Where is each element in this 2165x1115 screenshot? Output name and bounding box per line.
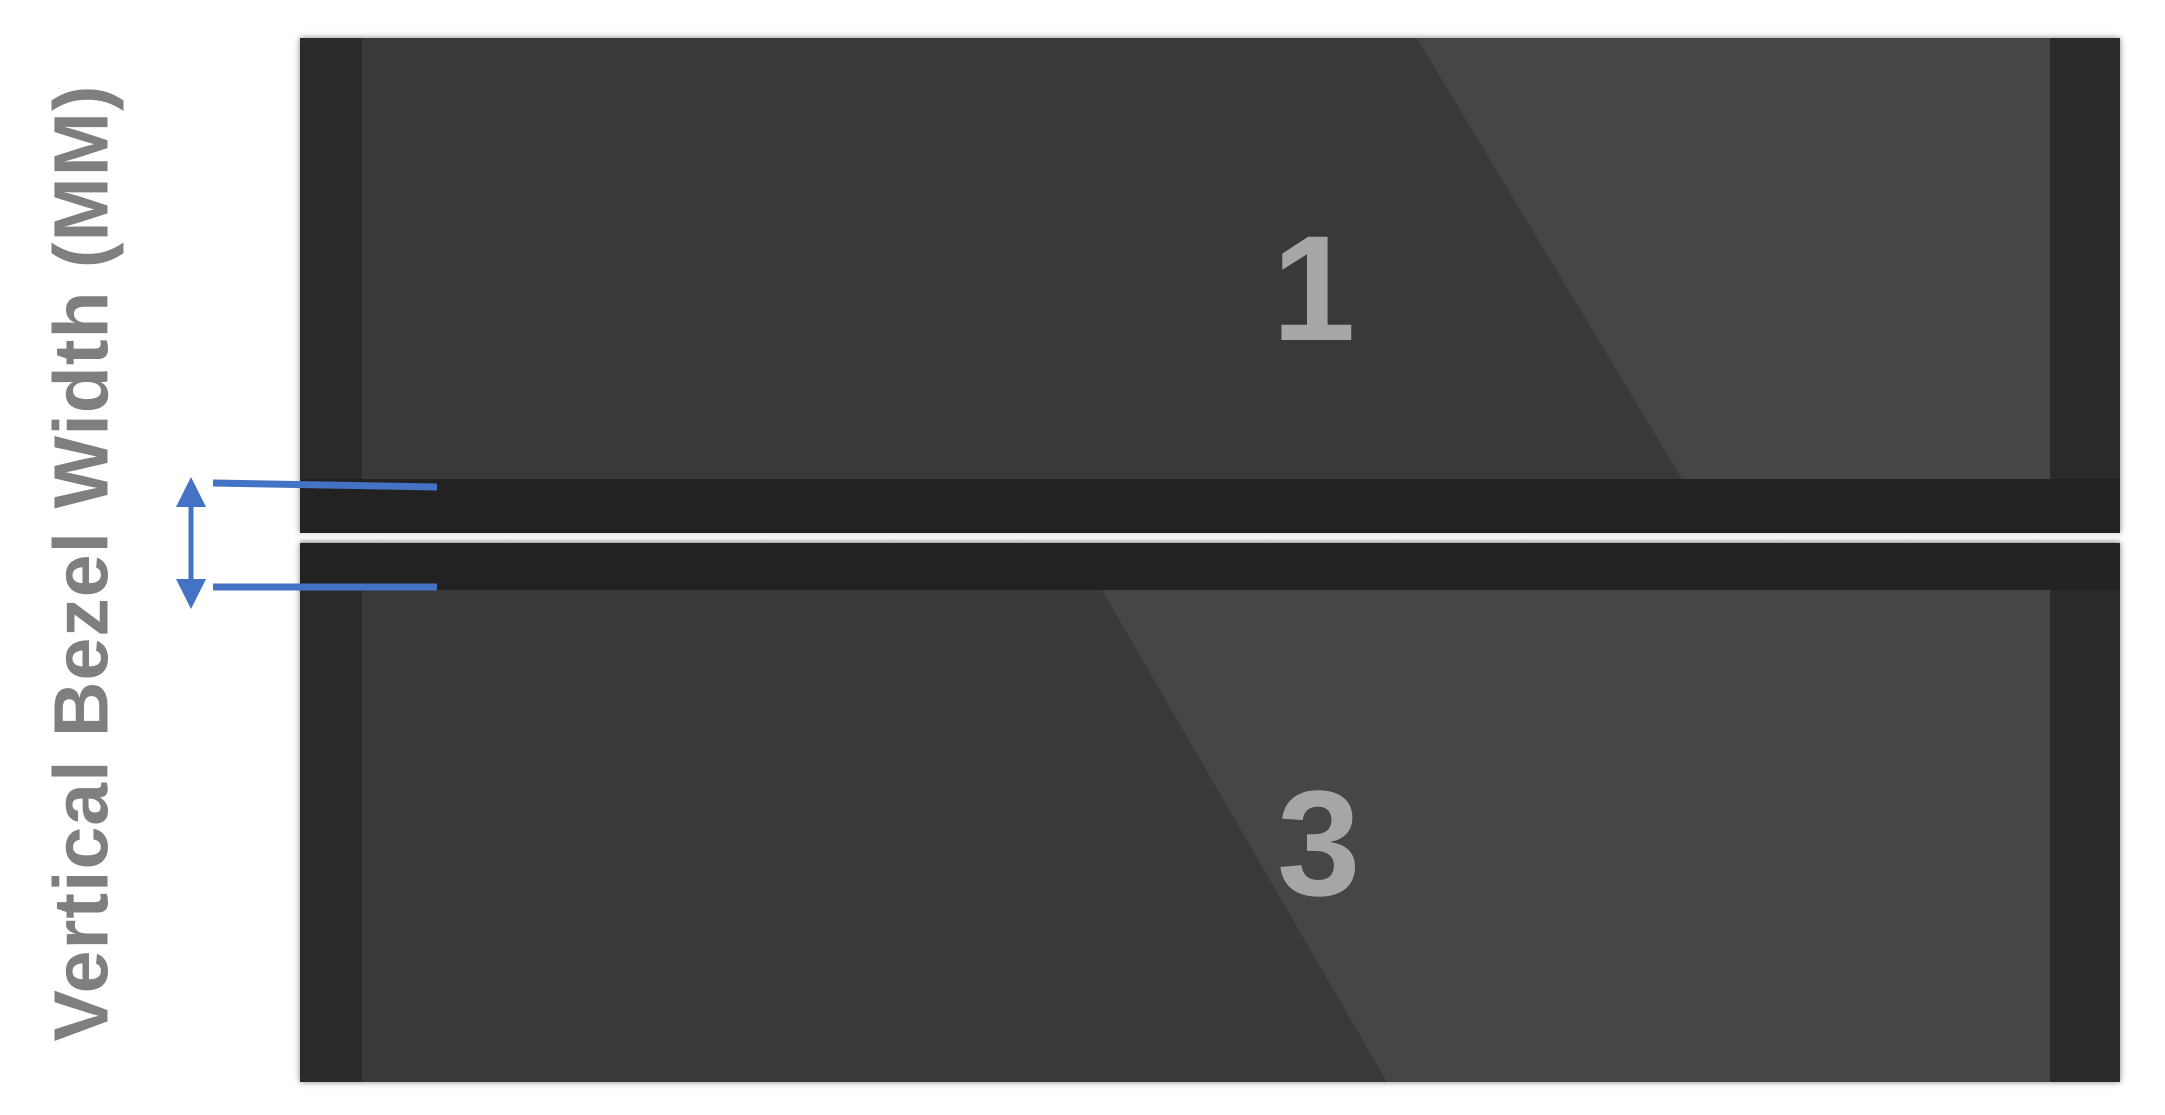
double-headed-vertical-arrow-icon bbox=[176, 477, 206, 609]
bezel-measurement-annotation bbox=[176, 477, 438, 609]
measure-top-line bbox=[212, 479, 438, 491]
